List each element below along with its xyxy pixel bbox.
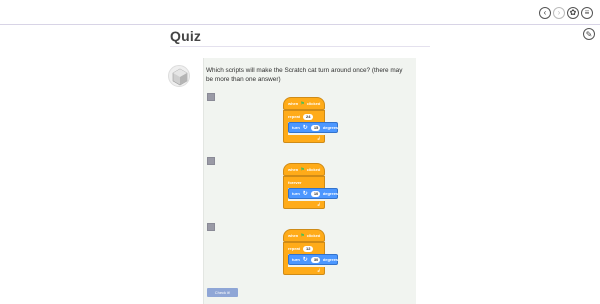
hat-suffix: clicked (306, 233, 321, 238)
turn-degrees: 30 (310, 256, 320, 263)
green-flag-icon: ⚑ (300, 166, 305, 173)
option-2-checkbox[interactable] (207, 157, 215, 165)
turn-unit: degrees (322, 125, 339, 130)
when-flag-clicked-block: when ⚑ clicked (283, 229, 325, 242)
turn-label: turn (292, 191, 300, 196)
rotate-clockwise-icon: ↻ (302, 125, 308, 131)
loop-label: forever (288, 180, 302, 185)
title-divider (170, 46, 430, 47)
script-option-1: when ⚑ clicked repeat 24 turn ↻ 15 degre… (283, 97, 338, 143)
turn-block: turn ↻ 10 degrees (288, 188, 338, 199)
turn-degrees: 15 (310, 124, 320, 131)
repeat-count: 12 (303, 245, 314, 252)
check-it-button[interactable]: Check it! (207, 288, 238, 297)
loop-arrow-icon: ↲ (316, 202, 321, 208)
turn-label: turn (292, 125, 300, 130)
hat-label: when (288, 233, 299, 238)
hat-suffix: clicked (306, 167, 321, 172)
script-option-3: when ⚑ clicked repeat 12 turn ↻ 30 degre… (283, 229, 338, 275)
option-1-checkbox[interactable] (207, 93, 215, 101)
script-option-2: when ⚑ clicked forever turn ↻ 10 degrees… (283, 163, 338, 209)
when-flag-clicked-block: when ⚑ clicked (283, 163, 325, 176)
rotate-clockwise-icon: ↻ (302, 191, 308, 197)
page-title: Quiz (170, 28, 202, 44)
rotate-clockwise-icon: ↻ (302, 257, 308, 263)
loop-label: repeat (288, 246, 301, 251)
hat-label: when (288, 101, 299, 106)
loop-label: repeat (288, 114, 301, 119)
repeat-block: repeat 12 (283, 242, 325, 254)
settings-icon[interactable]: ✿ (567, 7, 579, 19)
when-flag-clicked-block: when ⚑ clicked (283, 97, 325, 110)
turn-block: turn ↻ 30 degrees (288, 254, 338, 265)
green-flag-icon: ⚑ (300, 100, 305, 107)
loop-arrow-icon: ↲ (316, 136, 321, 142)
turn-label: turn (292, 257, 300, 262)
option-3-checkbox[interactable] (207, 223, 215, 231)
question-text: Which scripts will make the Scratch cat … (206, 67, 403, 83)
hat-label: when (288, 167, 299, 172)
loop-arrow-icon: ↲ (316, 268, 321, 274)
green-flag-icon: ⚑ (300, 232, 305, 239)
edit-icon[interactable]: ✎ (583, 28, 595, 40)
turn-unit: degrees (322, 257, 339, 262)
scratch-avatar-icon (168, 65, 190, 87)
forever-block: forever (283, 176, 325, 188)
quiz-page: ‹ › ✿ ≡ ✎ Quiz Which scripts will make t… (0, 0, 600, 304)
top-bar: ‹ › ✿ ≡ (0, 0, 600, 25)
previous-page-icon[interactable]: ‹ (539, 7, 551, 19)
turn-unit: degrees (322, 191, 339, 196)
hat-suffix: clicked (306, 101, 321, 106)
turn-block: turn ↻ 15 degrees (288, 122, 338, 133)
repeat-count: 24 (303, 113, 314, 120)
repeat-block: repeat 24 (283, 110, 325, 122)
menu-icon[interactable]: ≡ (581, 7, 593, 19)
next-page-icon[interactable]: › (553, 7, 565, 19)
turn-degrees: 10 (310, 190, 320, 197)
